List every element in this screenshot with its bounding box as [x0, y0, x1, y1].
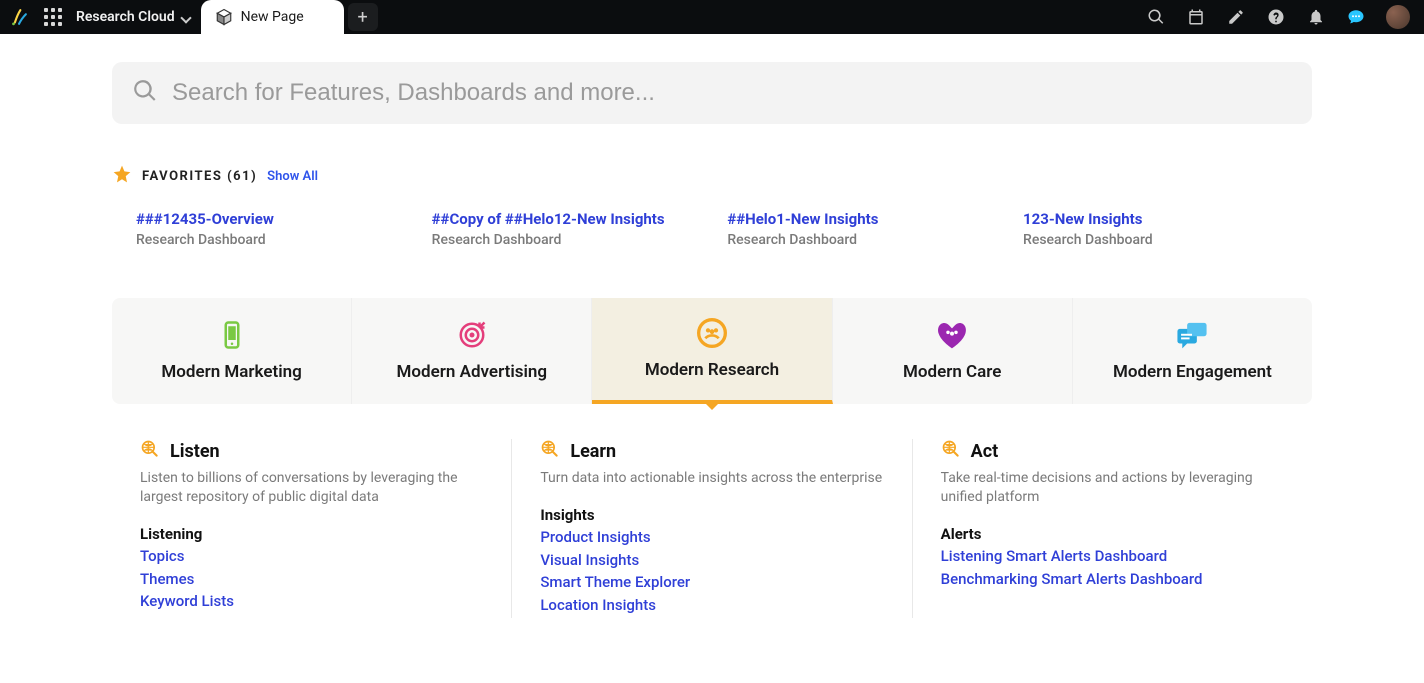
group-label: Alerts [941, 525, 1284, 543]
favorite-title[interactable]: 123-New Insights [1023, 210, 1288, 228]
category-label: Modern Care [903, 362, 1001, 382]
favorite-card: ###12435-Overview Research Dashboard [136, 210, 401, 248]
globe-search-icon [941, 439, 961, 463]
category-label: Modern Engagement [1113, 362, 1272, 382]
column-description: Take real-time decisions and actions by … [941, 469, 1284, 507]
category-label: Modern Marketing [161, 362, 301, 382]
column-title: Learn [570, 441, 616, 462]
column-title: Listen [170, 441, 220, 462]
favorite-title[interactable]: ###12435-Overview [136, 210, 401, 228]
bell-icon[interactable] [1306, 7, 1326, 27]
favorite-title[interactable]: ##Copy of ##Helo12-New Insights [432, 210, 697, 228]
search-icon [132, 78, 158, 108]
column-description: Turn data into actionable insights acros… [540, 469, 883, 488]
group-label: Insights [540, 506, 883, 524]
globe-search-icon [140, 439, 160, 463]
star-icon [112, 164, 132, 188]
link-item[interactable]: Location Insights [540, 595, 883, 617]
link-item[interactable]: Product Insights [540, 527, 883, 549]
brand-label: Research Cloud [76, 9, 175, 25]
link-item[interactable]: Benchmarking Smart Alerts Dashboard [941, 569, 1284, 591]
chevron-down-icon [181, 12, 191, 22]
favorite-subtitle: Research Dashboard [432, 232, 697, 248]
target-icon [457, 320, 487, 350]
favorite-subtitle: Research Dashboard [1023, 232, 1288, 248]
category-tab-marketing[interactable]: Modern Marketing [112, 298, 352, 404]
category-tab-research[interactable]: Modern Research [592, 298, 832, 404]
link-item[interactable]: Topics [140, 546, 483, 568]
tab-new-page[interactable]: New Page [201, 0, 344, 34]
users-circle-icon [696, 318, 728, 348]
link-item[interactable]: Visual Insights [540, 550, 883, 572]
heart-users-icon [936, 320, 968, 350]
category-tab-care[interactable]: Modern Care [833, 298, 1073, 404]
favorite-card: 123-New Insights Research Dashboard [1023, 210, 1288, 248]
help-icon[interactable] [1266, 7, 1286, 27]
app-grid-icon[interactable] [44, 8, 62, 26]
sprinklr-logo[interactable] [8, 6, 30, 28]
show-all-link[interactable]: Show All [267, 169, 318, 184]
globe-search-icon [540, 439, 560, 463]
search-icon[interactable] [1146, 7, 1166, 27]
chat-icon[interactable] [1346, 7, 1366, 27]
svg-text:08: 08 [1192, 18, 1198, 24]
favorite-card: ##Copy of ##Helo12-New Insights Research… [432, 210, 697, 248]
calendar-icon[interactable]: 08 [1186, 7, 1206, 27]
column-title: Act [971, 441, 999, 462]
column-description: Listen to billions of conversations by l… [140, 469, 483, 507]
link-item[interactable]: Themes [140, 569, 483, 591]
phone-icon [217, 320, 247, 350]
brand-dropdown[interactable]: Research Cloud [76, 9, 191, 25]
link-item[interactable]: Smart Theme Explorer [540, 572, 883, 594]
favorite-title[interactable]: ##Helo1-New Insights [727, 210, 992, 228]
chat-bubbles-icon [1175, 320, 1209, 350]
avatar[interactable] [1386, 5, 1410, 29]
edit-icon[interactable] [1226, 7, 1246, 27]
category-label: Modern Research [645, 360, 779, 380]
link-item[interactable]: Listening Smart Alerts Dashboard [941, 546, 1284, 568]
cube-icon [215, 8, 233, 26]
search-bar[interactable] [112, 62, 1312, 124]
group-label: Listening [140, 525, 483, 543]
favorite-card: ##Helo1-New Insights Research Dashboard [727, 210, 992, 248]
category-tab-engagement[interactable]: Modern Engagement [1073, 298, 1312, 404]
link-item[interactable]: Keyword Lists [140, 591, 483, 613]
add-tab-button[interactable]: + [348, 3, 378, 31]
search-input[interactable] [172, 79, 1292, 107]
favorite-subtitle: Research Dashboard [727, 232, 992, 248]
tab-label: New Page [241, 9, 304, 25]
favorites-heading: FAVORITES (61) [142, 169, 257, 184]
category-tab-advertising[interactable]: Modern Advertising [352, 298, 592, 404]
category-label: Modern Advertising [397, 362, 548, 382]
favorite-subtitle: Research Dashboard [136, 232, 401, 248]
